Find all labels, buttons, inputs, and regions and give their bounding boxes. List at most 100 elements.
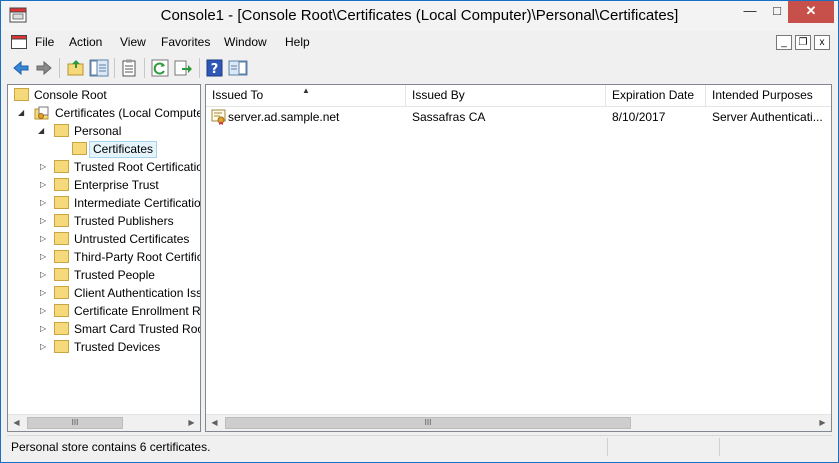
help-icon[interactable]: ?	[205, 58, 225, 78]
expand-arrow-icon[interactable]: ▷	[40, 266, 50, 284]
scroll-right-icon[interactable]: ▶	[183, 415, 200, 431]
folder-icon	[54, 268, 69, 281]
collapse-arrow-icon[interactable]: ◢	[18, 104, 28, 122]
tree-item-store[interactable]: ▷ Trusted Devices	[12, 338, 200, 356]
tree-item-label: Trusted People	[74, 268, 155, 282]
list-horizontal-scrollbar[interactable]: ◀ III ▶	[206, 414, 831, 431]
folder-icon	[54, 124, 69, 137]
cell-expiration-date: 8/10/2017	[612, 110, 666, 124]
tree-item-certificates-selected[interactable]: Certificates	[12, 140, 200, 158]
tree-item-store[interactable]: ▷ Client Authentication Iss	[12, 284, 201, 302]
expand-arrow-icon[interactable]: ▷	[40, 212, 50, 230]
tree-item-store[interactable]: ▷ Trusted Root Certification	[12, 158, 200, 176]
tree-horizontal-scrollbar[interactable]: ◀ III ▶	[8, 414, 200, 431]
scroll-right-icon[interactable]: ▶	[814, 415, 831, 431]
tree-item-store[interactable]: ▷ Trusted People	[12, 266, 200, 284]
status-bar: Personal store contains 6 certificates.	[7, 435, 832, 457]
tree-item-label: Smart Card Trusted Roo	[74, 322, 201, 336]
expand-arrow-icon[interactable]: ▷	[40, 284, 50, 302]
tree-item-console-root[interactable]: Console Root	[12, 86, 200, 104]
tree-item-label: Untrusted Certificates	[74, 232, 190, 246]
status-divider	[719, 438, 720, 456]
console-tree[interactable]: Console Root ◢ Certificates (Local Compu…	[7, 84, 201, 432]
tree-item-store[interactable]: ▷ Trusted Publishers	[12, 212, 200, 230]
forward-icon[interactable]	[34, 58, 54, 78]
tree-item-store[interactable]: ▷ Certificate Enrollment R	[12, 302, 201, 320]
mdi-restore-button[interactable]: ❐	[795, 35, 811, 50]
expand-arrow-icon[interactable]: ▷	[40, 338, 50, 356]
tree-item-label: Enterprise Trust	[74, 178, 159, 192]
tree-item-label: Personal	[74, 124, 122, 138]
close-button[interactable]: ✕	[788, 1, 834, 23]
menu-bar: File Action View Favorites Window Help	[1, 31, 838, 53]
cell-issued-by: Sassafras CA	[412, 110, 486, 124]
folder-icon	[54, 250, 69, 263]
certificate-icon	[211, 109, 226, 125]
scroll-left-icon[interactable]: ◀	[206, 415, 223, 431]
toolbar-separator	[144, 58, 145, 78]
back-icon[interactable]	[11, 58, 31, 78]
expand-arrow-icon[interactable]: ▷	[40, 302, 50, 320]
tree-item-label: Third-Party Root Certific	[74, 250, 201, 264]
column-header-label: Issued By	[412, 88, 465, 102]
tree-item-store[interactable]: ▷ Smart Card Trusted Roo	[12, 320, 201, 338]
tree-item-store[interactable]: ▷ Intermediate Certification	[12, 194, 200, 212]
collapse-arrow-icon[interactable]: ◢	[38, 122, 48, 140]
status-text: Personal store contains 6 certificates.	[11, 440, 211, 454]
cell-intended-purposes: Server Authenticati...	[712, 110, 823, 124]
mmc-window: Console1 - [Console Root\Certificates (L…	[0, 0, 839, 463]
toolbar-separator	[114, 58, 115, 78]
properties-icon[interactable]	[119, 58, 139, 78]
column-header-issued-to[interactable]: Issued To ▲	[206, 85, 406, 107]
show-hide-action-pane-icon[interactable]	[228, 58, 248, 78]
menu-file[interactable]: File	[35, 35, 54, 49]
column-header-intended-purposes[interactable]: Intended Purposes	[706, 85, 831, 107]
tree-item-label: Certificates	[89, 141, 158, 158]
title-bar[interactable]: Console1 - [Console Root\Certificates (L…	[1, 1, 838, 31]
folder-icon	[54, 196, 69, 209]
folder-icon	[72, 142, 87, 155]
export-list-icon[interactable]	[173, 58, 193, 78]
column-header-label: Issued To	[212, 88, 264, 102]
results-pane[interactable]: Issued To ▲ Issued By Expiration Date In…	[205, 84, 832, 432]
mdi-minimize-button[interactable]: _	[776, 35, 792, 50]
tree-item-personal[interactable]: ◢ Personal	[12, 122, 200, 140]
column-header-issued-by[interactable]: Issued By	[406, 85, 606, 107]
tree-item-label: Console Root	[34, 88, 107, 102]
menu-view[interactable]: View	[120, 35, 146, 49]
tree-item-store[interactable]: ▷ Third-Party Root Certific	[12, 248, 201, 266]
tree-item-store[interactable]: ▷ Enterprise Trust	[12, 176, 200, 194]
scrollbar-thumb[interactable]: III	[27, 417, 123, 429]
folder-icon	[54, 304, 69, 317]
menu-window[interactable]: Window	[224, 35, 267, 49]
mdi-close-button[interactable]: x	[814, 35, 830, 50]
folder-icon	[54, 340, 69, 353]
column-header-label: Expiration Date	[612, 88, 695, 102]
expand-arrow-icon[interactable]: ▷	[40, 320, 50, 338]
show-hide-tree-icon[interactable]	[89, 58, 109, 78]
status-divider	[607, 438, 608, 456]
expand-arrow-icon[interactable]: ▷	[40, 248, 50, 266]
toolbar: ?	[1, 54, 838, 82]
menu-favorites[interactable]: Favorites	[161, 35, 210, 49]
expand-arrow-icon[interactable]: ▷	[40, 194, 50, 212]
folder-icon	[54, 178, 69, 191]
svg-text:?: ?	[211, 62, 219, 77]
up-folder-icon[interactable]	[66, 58, 86, 78]
refresh-icon[interactable]	[150, 58, 170, 78]
scroll-left-icon[interactable]: ◀	[8, 415, 25, 431]
expand-arrow-icon[interactable]: ▷	[40, 230, 50, 248]
menu-help[interactable]: Help	[285, 35, 310, 49]
tree-item-label: Certificate Enrollment R	[74, 304, 201, 318]
tree-item-store[interactable]: ▷ Untrusted Certificates	[12, 230, 200, 248]
column-header-expiration-date[interactable]: Expiration Date	[606, 85, 706, 107]
window-title: Console1 - [Console Root\Certificates (L…	[160, 7, 679, 24]
scrollbar-thumb[interactable]: III	[225, 417, 631, 429]
console-icon[interactable]	[11, 35, 27, 49]
menu-action[interactable]: Action	[69, 35, 102, 49]
expand-arrow-icon[interactable]: ▷	[40, 176, 50, 194]
folder-icon	[14, 88, 29, 101]
expand-arrow-icon[interactable]: ▷	[40, 158, 50, 176]
tree-item-certificates-local-computer[interactable]: ◢ Certificates (Local Compute	[12, 104, 200, 122]
tree-item-label: Client Authentication Iss	[74, 286, 201, 300]
